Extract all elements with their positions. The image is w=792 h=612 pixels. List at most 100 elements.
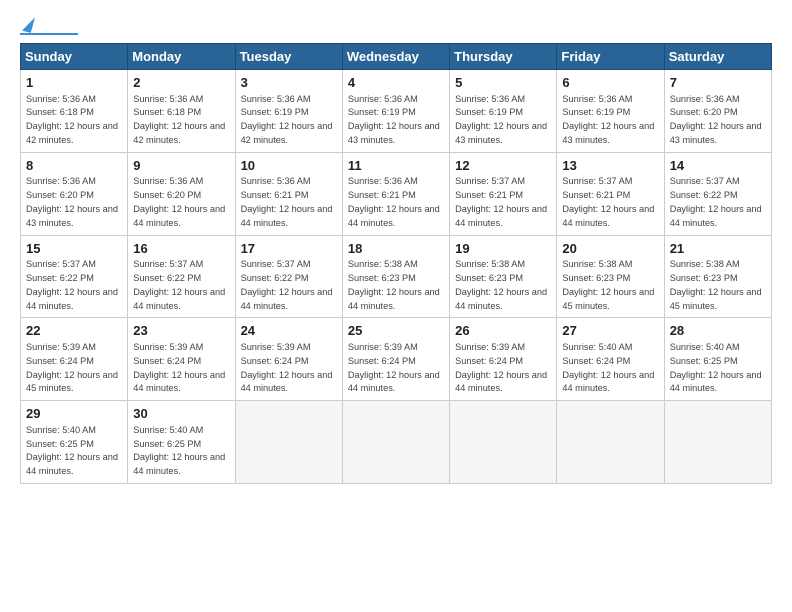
- calendar-header-tuesday: Tuesday: [235, 44, 342, 70]
- day-number: 8: [26, 157, 122, 175]
- calendar-week-row: 22 Sunrise: 5:39 AMSunset: 6:24 PMDayligh…: [21, 318, 772, 401]
- calendar-day-cell: [235, 401, 342, 484]
- calendar-week-row: 29 Sunrise: 5:40 AMSunset: 6:25 PMDayligh…: [21, 401, 772, 484]
- day-number: 5: [455, 74, 551, 92]
- calendar-day-cell: 15Sunrise: 5:37 AMSunset: 6:22 PMDayligh…: [21, 235, 128, 318]
- calendar-day-cell: 16Sunrise: 5:37 AMSunset: 6:22 PMDayligh…: [128, 235, 235, 318]
- day-info: Sunrise: 5:37 AMSunset: 6:21 PMDaylight:…: [562, 176, 654, 227]
- day-number: 4: [348, 74, 444, 92]
- day-info: Sunrise: 5:36 AMSunset: 6:21 PMDaylight:…: [241, 176, 333, 227]
- day-info: Sunrise: 5:37 AMSunset: 6:22 PMDaylight:…: [26, 259, 118, 310]
- day-number: 30: [133, 405, 229, 423]
- calendar-day-cell: [664, 401, 771, 484]
- calendar-day-cell: 7 Sunrise: 5:36 AMSunset: 6:20 PMDaylight…: [664, 70, 771, 153]
- calendar-header-thursday: Thursday: [450, 44, 557, 70]
- calendar-day-cell: 18Sunrise: 5:38 AMSunset: 6:23 PMDayligh…: [342, 235, 449, 318]
- calendar-day-cell: 6 Sunrise: 5:36 AMSunset: 6:19 PMDaylight…: [557, 70, 664, 153]
- day-number: 14: [670, 157, 766, 175]
- day-info: Sunrise: 5:36 AMSunset: 6:21 PMDaylight:…: [348, 176, 440, 227]
- day-number: 3: [241, 74, 337, 92]
- day-info: Sunrise: 5:39 AMSunset: 6:24 PMDaylight:…: [455, 342, 547, 393]
- header: [20, 16, 772, 35]
- day-info: Sunrise: 5:39 AMSunset: 6:24 PMDaylight:…: [133, 342, 225, 393]
- day-number: 17: [241, 240, 337, 258]
- calendar-day-cell: 2Sunrise: 5:36 AMSunset: 6:18 PMDaylight…: [128, 70, 235, 153]
- day-number: 2: [133, 74, 229, 92]
- calendar-day-cell: 10Sunrise: 5:36 AMSunset: 6:21 PMDayligh…: [235, 152, 342, 235]
- calendar-day-cell: 30 Sunrise: 5:40 AMSunset: 6:25 PMDayligh…: [128, 401, 235, 484]
- day-info: Sunrise: 5:36 AMSunset: 6:19 PMDaylight:…: [348, 94, 440, 145]
- day-info: Sunrise: 5:36 AMSunset: 6:19 PMDaylight:…: [455, 94, 547, 145]
- calendar-day-cell: 27 Sunrise: 5:40 AMSunset: 6:24 PMDayligh…: [557, 318, 664, 401]
- calendar-day-cell: 8Sunrise: 5:36 AMSunset: 6:20 PMDaylight…: [21, 152, 128, 235]
- calendar-day-cell: 23 Sunrise: 5:39 AMSunset: 6:24 PMDayligh…: [128, 318, 235, 401]
- day-number: 24: [241, 322, 337, 340]
- day-number: 27: [562, 322, 658, 340]
- day-info: Sunrise: 5:37 AMSunset: 6:22 PMDaylight:…: [670, 176, 762, 227]
- day-number: 12: [455, 157, 551, 175]
- day-info: Sunrise: 5:38 AMSunset: 6:23 PMDaylight:…: [348, 259, 440, 310]
- calendar-week-row: 15Sunrise: 5:37 AMSunset: 6:22 PMDayligh…: [21, 235, 772, 318]
- day-info: Sunrise: 5:36 AMSunset: 6:20 PMDaylight:…: [26, 176, 118, 227]
- calendar-day-cell: 22 Sunrise: 5:39 AMSunset: 6:24 PMDayligh…: [21, 318, 128, 401]
- calendar-day-cell: 1Sunrise: 5:36 AMSunset: 6:18 PMDaylight…: [21, 70, 128, 153]
- calendar-header-sunday: Sunday: [21, 44, 128, 70]
- day-number: 26: [455, 322, 551, 340]
- day-number: 9: [133, 157, 229, 175]
- day-info: Sunrise: 5:40 AMSunset: 6:24 PMDaylight:…: [562, 342, 654, 393]
- day-info: Sunrise: 5:36 AMSunset: 6:20 PMDaylight:…: [133, 176, 225, 227]
- calendar-day-cell: 20Sunrise: 5:38 AMSunset: 6:23 PMDayligh…: [557, 235, 664, 318]
- day-info: Sunrise: 5:39 AMSunset: 6:24 PMDaylight:…: [241, 342, 333, 393]
- calendar-day-cell: 24 Sunrise: 5:39 AMSunset: 6:24 PMDayligh…: [235, 318, 342, 401]
- day-number: 15: [26, 240, 122, 258]
- day-number: 28: [670, 322, 766, 340]
- day-number: 6: [562, 74, 658, 92]
- logo: [20, 16, 78, 35]
- day-info: Sunrise: 5:37 AMSunset: 6:22 PMDaylight:…: [133, 259, 225, 310]
- page-container: SundayMondayTuesdayWednesdayThursdayFrid…: [0, 0, 792, 494]
- calendar-header-row: SundayMondayTuesdayWednesdayThursdayFrid…: [21, 44, 772, 70]
- day-info: Sunrise: 5:36 AMSunset: 6:20 PMDaylight:…: [670, 94, 762, 145]
- calendar-week-row: 1Sunrise: 5:36 AMSunset: 6:18 PMDaylight…: [21, 70, 772, 153]
- calendar-day-cell: 17Sunrise: 5:37 AMSunset: 6:22 PMDayligh…: [235, 235, 342, 318]
- day-info: Sunrise: 5:38 AMSunset: 6:23 PMDaylight:…: [455, 259, 547, 310]
- day-number: 23: [133, 322, 229, 340]
- calendar-day-cell: [450, 401, 557, 484]
- day-info: Sunrise: 5:40 AMSunset: 6:25 PMDaylight:…: [670, 342, 762, 393]
- day-info: Sunrise: 5:37 AMSunset: 6:22 PMDaylight:…: [241, 259, 333, 310]
- day-info: Sunrise: 5:40 AMSunset: 6:25 PMDaylight:…: [26, 425, 118, 476]
- day-number: 18: [348, 240, 444, 258]
- day-info: Sunrise: 5:37 AMSunset: 6:21 PMDaylight:…: [455, 176, 547, 227]
- calendar-day-cell: 29 Sunrise: 5:40 AMSunset: 6:25 PMDayligh…: [21, 401, 128, 484]
- day-info: Sunrise: 5:39 AMSunset: 6:24 PMDaylight:…: [348, 342, 440, 393]
- calendar-header-friday: Friday: [557, 44, 664, 70]
- logo-arrow-icon: [22, 15, 35, 33]
- day-number: 7: [670, 74, 766, 92]
- day-info: Sunrise: 5:39 AMSunset: 6:24 PMDaylight:…: [26, 342, 118, 393]
- calendar-day-cell: 25Sunrise: 5:39 AMSunset: 6:24 PMDayligh…: [342, 318, 449, 401]
- calendar-day-cell: 12Sunrise: 5:37 AMSunset: 6:21 PMDayligh…: [450, 152, 557, 235]
- day-number: 13: [562, 157, 658, 175]
- day-number: 29: [26, 405, 122, 423]
- day-number: 1: [26, 74, 122, 92]
- day-info: Sunrise: 5:36 AMSunset: 6:19 PMDaylight:…: [241, 94, 333, 145]
- day-number: 21: [670, 240, 766, 258]
- day-number: 19: [455, 240, 551, 258]
- day-number: 20: [562, 240, 658, 258]
- calendar-day-cell: 3 Sunrise: 5:36 AMSunset: 6:19 PMDaylight…: [235, 70, 342, 153]
- day-info: Sunrise: 5:36 AMSunset: 6:19 PMDaylight:…: [562, 94, 654, 145]
- day-number: 16: [133, 240, 229, 258]
- calendar-header-monday: Monday: [128, 44, 235, 70]
- calendar-day-cell: 13Sunrise: 5:37 AMSunset: 6:21 PMDayligh…: [557, 152, 664, 235]
- day-number: 11: [348, 157, 444, 175]
- calendar-day-cell: 28 Sunrise: 5:40 AMSunset: 6:25 PMDayligh…: [664, 318, 771, 401]
- calendar-day-cell: 21Sunrise: 5:38 AMSunset: 6:23 PMDayligh…: [664, 235, 771, 318]
- calendar-day-cell: 11Sunrise: 5:36 AMSunset: 6:21 PMDayligh…: [342, 152, 449, 235]
- day-number: 22: [26, 322, 122, 340]
- day-info: Sunrise: 5:40 AMSunset: 6:25 PMDaylight:…: [133, 425, 225, 476]
- calendar-day-cell: 9Sunrise: 5:36 AMSunset: 6:20 PMDaylight…: [128, 152, 235, 235]
- calendar-day-cell: 4 Sunrise: 5:36 AMSunset: 6:19 PMDaylight…: [342, 70, 449, 153]
- calendar-day-cell: 19Sunrise: 5:38 AMSunset: 6:23 PMDayligh…: [450, 235, 557, 318]
- calendar-header-saturday: Saturday: [664, 44, 771, 70]
- calendar-header-wednesday: Wednesday: [342, 44, 449, 70]
